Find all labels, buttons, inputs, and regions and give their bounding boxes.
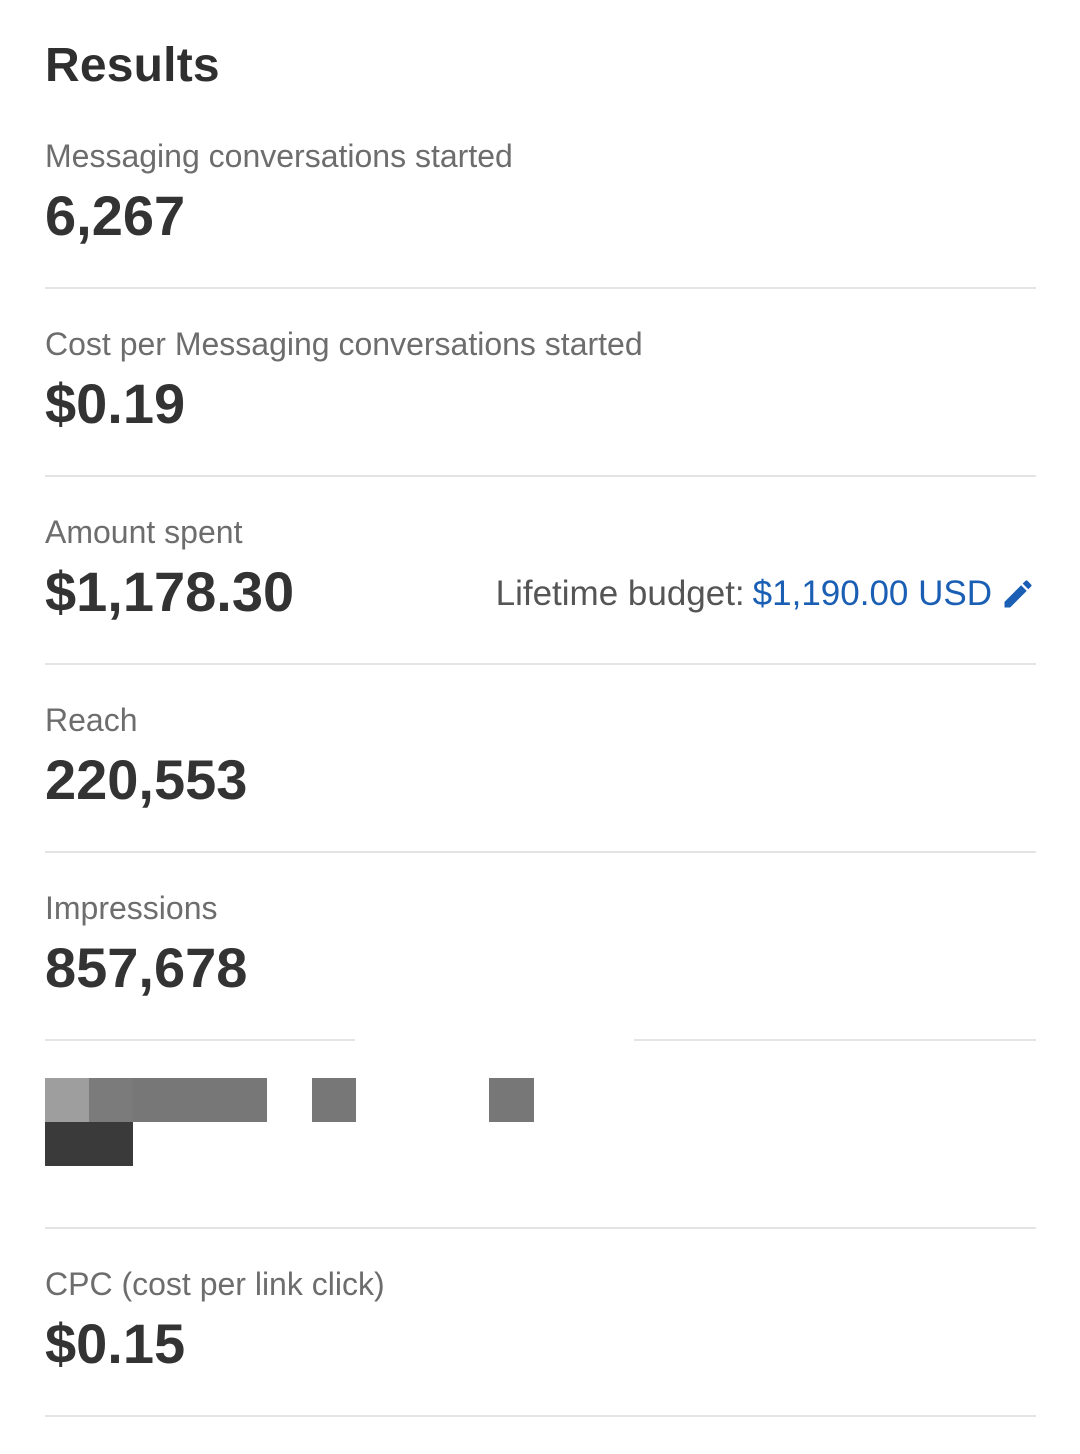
metric-value: $0.15 xyxy=(45,1312,186,1375)
divider xyxy=(45,1227,1036,1229)
metric-cost-per-conversation: Cost per Messaging conversations started… xyxy=(45,326,1036,514)
divider xyxy=(45,1039,355,1041)
divider xyxy=(45,475,1036,477)
redaction-block xyxy=(133,1078,267,1122)
divider xyxy=(45,851,1036,853)
metric-label: Messaging conversations started xyxy=(45,138,513,174)
divider xyxy=(45,1415,1036,1417)
redaction-block xyxy=(489,1078,534,1122)
pencil-edit-icon[interactable] xyxy=(1000,576,1036,612)
redacted-metric xyxy=(45,1078,545,1178)
divider xyxy=(45,663,1036,665)
divider xyxy=(634,1039,1036,1041)
metric-label: CPC (cost per link click) xyxy=(45,1266,385,1302)
metric-label: Amount spent xyxy=(45,514,243,550)
metric-impressions: Impressions 857,678 xyxy=(45,890,1036,1078)
metric-label: Reach xyxy=(45,702,138,738)
metric-value: 220,553 xyxy=(45,748,248,811)
lifetime-budget[interactable]: Lifetime budget: $1,190.00 USD xyxy=(496,574,1036,614)
metric-cpc: CPC (cost per link click) $0.15 xyxy=(45,1266,1036,1454)
page-title: Results xyxy=(45,39,220,92)
redaction-block xyxy=(45,1078,89,1122)
divider xyxy=(45,287,1036,289)
metric-value: $1,178.30 xyxy=(45,560,295,623)
redaction-block xyxy=(312,1078,356,1122)
metric-label: Impressions xyxy=(45,890,218,926)
metric-reach: Reach 220,553 xyxy=(45,702,1036,890)
metric-value: 857,678 xyxy=(45,936,248,999)
metric-messaging-conversations: Messaging conversations started 6,267 xyxy=(45,138,1036,326)
redaction-block xyxy=(45,1122,133,1166)
lifetime-budget-value[interactable]: $1,190.00 USD xyxy=(753,574,992,614)
lifetime-budget-label: Lifetime budget: xyxy=(495,574,745,613)
metric-value: 6,267 xyxy=(45,184,186,247)
metric-value: $0.19 xyxy=(45,372,186,435)
metric-label: Cost per Messaging conversations started xyxy=(45,326,643,362)
redaction-block xyxy=(89,1078,133,1122)
metric-amount-spent: Amount spent $1,178.30 Lifetime budget: … xyxy=(45,514,1036,702)
